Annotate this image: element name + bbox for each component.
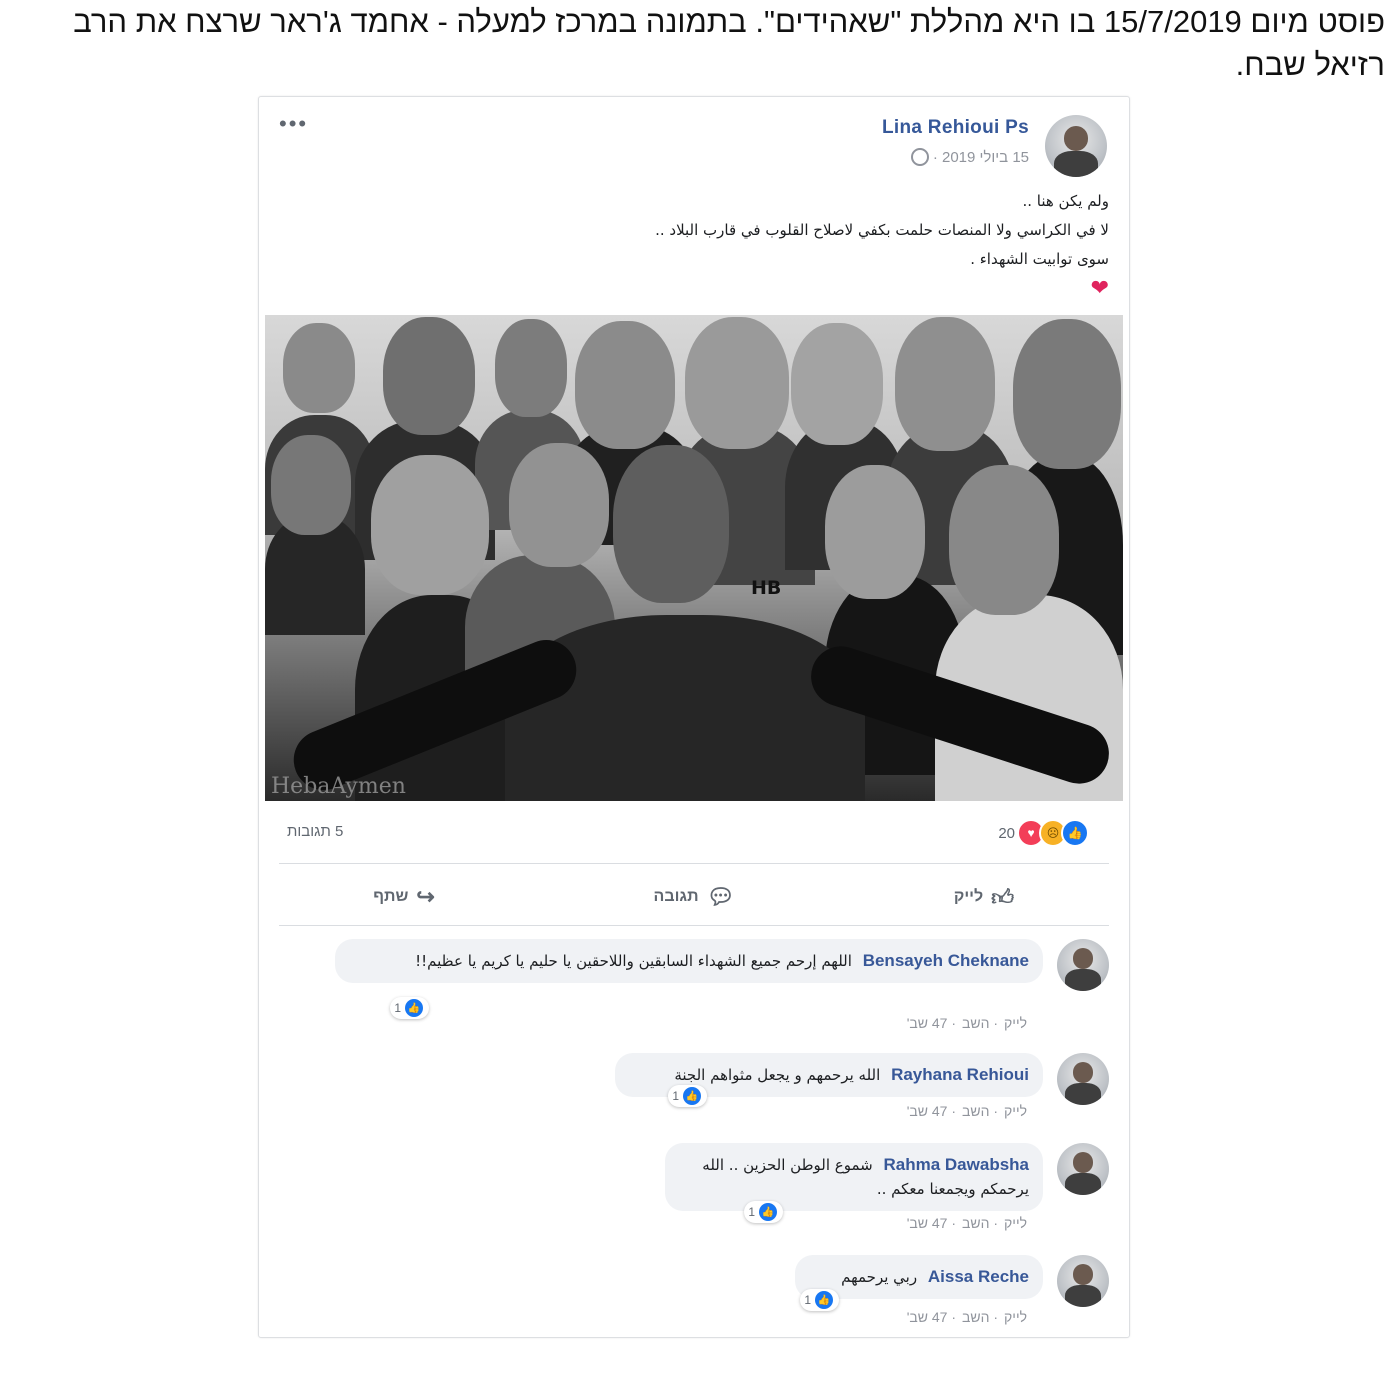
commenter-avatar[interactable] bbox=[1057, 1255, 1109, 1307]
comment-time[interactable]: 47 שב' bbox=[907, 1015, 948, 1031]
commenter-name[interactable]: Rayhana Rehioui bbox=[891, 1065, 1029, 1084]
comment-reaction-count: 1 bbox=[804, 1293, 811, 1307]
comment-like-link[interactable]: לייק bbox=[1004, 1309, 1027, 1325]
comment-like-link[interactable]: לייק bbox=[1004, 1215, 1027, 1231]
commenter-avatar[interactable] bbox=[1057, 1143, 1109, 1195]
comment-reply-link[interactable]: השב bbox=[962, 1215, 989, 1231]
post-stats: 👍 ☹ ♥ 20 5 תגובות bbox=[259, 811, 1129, 855]
share-button[interactable]: ↪ שתף bbox=[259, 867, 549, 927]
comment-meta: לייק· השב· 47 שב' bbox=[906, 1015, 1027, 1031]
comment: Rayhana Rehioui الله يرحمهم و يجعل مثواه… bbox=[299, 1053, 1109, 1133]
comment-time[interactable]: 47 שב' bbox=[907, 1309, 948, 1325]
divider bbox=[279, 863, 1109, 864]
facebook-post-card: Lina Rehioui Ps 15 ביולי 2019 · ••• ولم … bbox=[258, 96, 1130, 1338]
commenter-name[interactable]: Aissa Reche bbox=[928, 1267, 1029, 1286]
like-reaction-icon: 👍 bbox=[683, 1087, 701, 1105]
comment-reaction-count: 1 bbox=[394, 1001, 401, 1015]
like-reaction-icon: 👍 bbox=[1061, 819, 1089, 847]
comment: Bensayeh Cheknane اللهم إرحم جميع الشهدا… bbox=[299, 939, 1109, 1039]
comments-count[interactable]: 5 תגובות bbox=[287, 823, 343, 840]
commenter-name[interactable]: Rahma Dawabsha bbox=[884, 1155, 1030, 1174]
post-text: ولم يكن هنا .. لا في الكراسي ولا المنصات… bbox=[549, 187, 1109, 305]
comment-reply-link[interactable]: השב bbox=[962, 1103, 989, 1119]
comment-text: ربي يرحمهم bbox=[841, 1268, 918, 1286]
post-date-text: 15 ביולי 2019 · bbox=[932, 149, 1029, 166]
share-label: שתף bbox=[373, 888, 409, 905]
divider bbox=[279, 925, 1109, 926]
comment-like-link[interactable]: לייק bbox=[1004, 1015, 1027, 1031]
comment-button[interactable]: 💬︎ תגובה bbox=[549, 867, 839, 927]
comment-reaction-count: 1 bbox=[672, 1089, 679, 1103]
comment-time[interactable]: 47 שב' bbox=[907, 1103, 948, 1119]
post-text-line: ولم يكن هنا .. bbox=[1022, 192, 1109, 210]
reaction-count: 20 bbox=[998, 824, 1015, 842]
post-photo[interactable]: HB HebaAymen bbox=[265, 315, 1123, 801]
comment-reactions[interactable]: 1 👍 bbox=[390, 997, 429, 1019]
comment-reply-link[interactable]: השב bbox=[962, 1309, 989, 1325]
comment-meta: לייק· השב· 47 שב' bbox=[906, 1309, 1027, 1325]
commenter-avatar[interactable] bbox=[1057, 939, 1109, 991]
heart-icon: ❤ bbox=[1090, 276, 1109, 301]
like-reaction-icon: 👍 bbox=[759, 1203, 777, 1221]
globe-icon bbox=[910, 148, 929, 167]
post-text-line: لا في الكراسي ولا المنصات حلمت بكفي لاصل… bbox=[655, 221, 1109, 239]
speech-bubble-icon: 💬︎ bbox=[706, 884, 735, 909]
post-text-line: سوى توابيت الشهداء . bbox=[970, 250, 1109, 268]
more-options-icon[interactable]: ••• bbox=[279, 111, 308, 137]
commenter-avatar[interactable] bbox=[1057, 1053, 1109, 1105]
like-reaction-icon: 👍 bbox=[405, 999, 423, 1017]
comment-reactions[interactable]: 1 👍 bbox=[668, 1085, 707, 1107]
share-arrow-icon: ↪ bbox=[416, 884, 435, 909]
comment-meta: לייק· השב· 47 שב' bbox=[906, 1103, 1027, 1119]
comment-text: اللهم إرحم جميع الشهداء السابقين واللاحق… bbox=[415, 952, 852, 970]
comment: Aissa Reche ربي يرحمهم 1 👍 לייק· השב· 47… bbox=[299, 1255, 1109, 1335]
comment-reaction-count: 1 bbox=[748, 1205, 755, 1219]
commenter-name[interactable]: Bensayeh Cheknane bbox=[863, 951, 1029, 970]
reactions-summary[interactable]: 👍 ☹ ♥ 20 bbox=[994, 819, 1089, 847]
comment-like-link[interactable]: לייק bbox=[1004, 1103, 1027, 1119]
comment-reactions[interactable]: 1 👍 bbox=[744, 1201, 783, 1223]
author-avatar[interactable] bbox=[1045, 115, 1107, 177]
screenshot-caption: פוסט מיום 15/7/2019 בו היא מהללת "שאהידי… bbox=[73, 4, 1385, 82]
thumbs-up-icon: 👍︎ bbox=[991, 884, 1015, 910]
comment-text: الله يرحمهم و يجعل مثواهم الجنة bbox=[674, 1066, 881, 1084]
comment-reply-link[interactable]: השב bbox=[962, 1015, 989, 1031]
image-mark: HB bbox=[751, 577, 782, 599]
like-reaction-icon: 👍 bbox=[815, 1291, 833, 1309]
comment-reactions[interactable]: 1 👍 bbox=[800, 1289, 839, 1311]
like-button[interactable]: 👍︎ לייק bbox=[839, 867, 1129, 927]
post-header: Lina Rehioui Ps 15 ביולי 2019 · ••• bbox=[259, 97, 1129, 177]
post-actions: 👍︎ לייק 💬︎ תגובה ↪ שתף bbox=[259, 867, 1129, 927]
comment-meta: לייק· השב· 47 שב' bbox=[906, 1215, 1027, 1231]
image-watermark: HebaAymen bbox=[271, 774, 406, 799]
comment-label: תגובה bbox=[653, 888, 699, 905]
comment-time[interactable]: 47 שב' bbox=[907, 1215, 948, 1231]
comment: Rahma Dawabsha شموع الوطن الحزين .. الله… bbox=[299, 1143, 1109, 1243]
post-date[interactable]: 15 ביולי 2019 · bbox=[905, 148, 1029, 167]
post-author-name[interactable]: Lina Rehioui Ps bbox=[882, 117, 1029, 139]
comment-bubble: Rahma Dawabsha شموع الوطن الحزين .. الله… bbox=[665, 1143, 1043, 1211]
comment-bubble: Bensayeh Cheknane اللهم إرحم جميع الشهدا… bbox=[335, 939, 1043, 983]
like-label: לייק bbox=[953, 888, 984, 905]
